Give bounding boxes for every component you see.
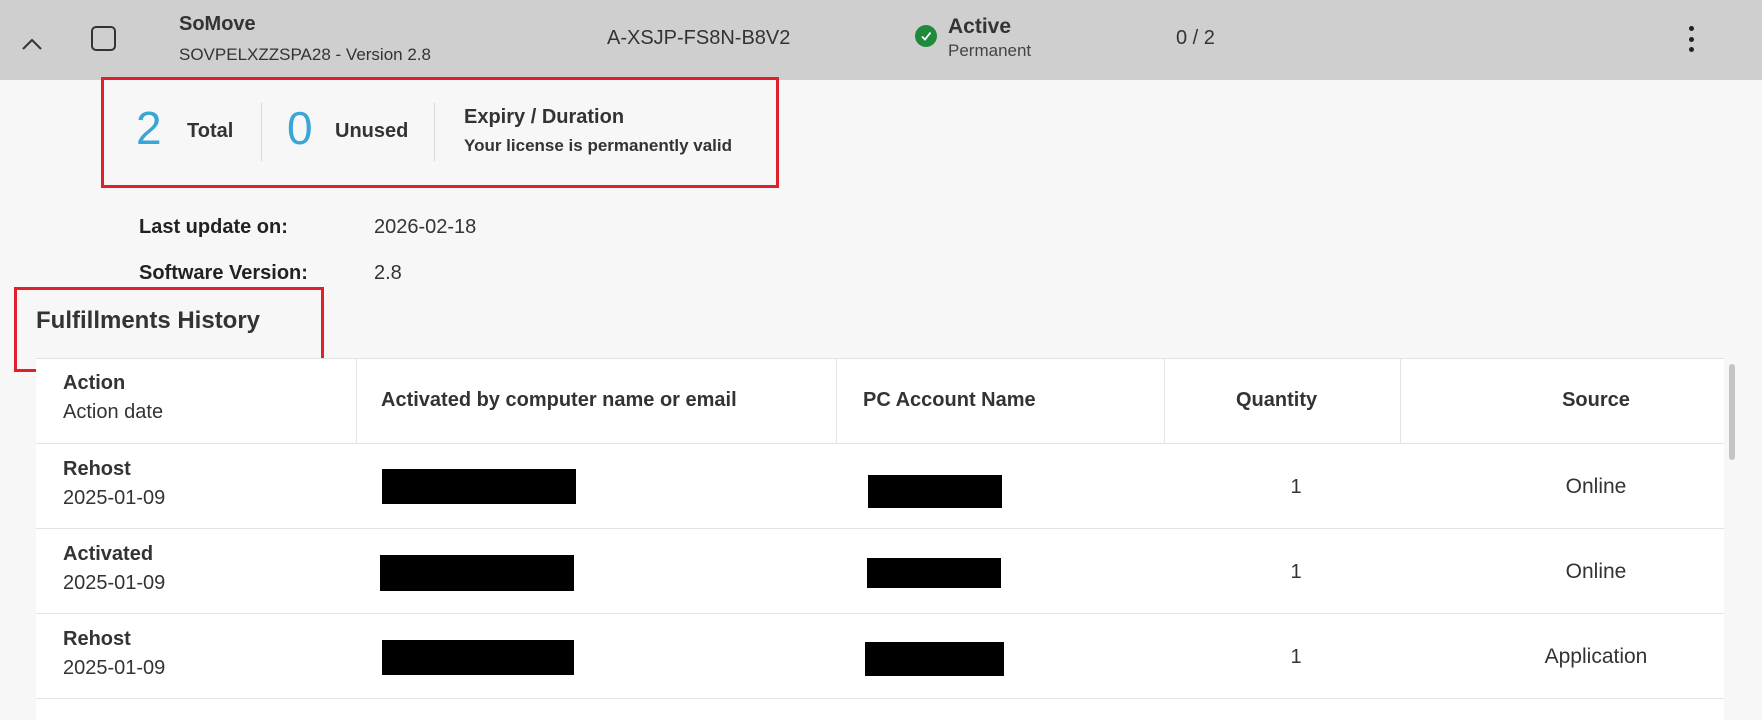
last-update-value: 2026-02-18 — [374, 216, 477, 238]
divider — [434, 103, 435, 161]
last-update-label: Last update on: — [139, 216, 288, 238]
software-version-label: Software Version: — [139, 262, 308, 284]
redacted-computer-name — [380, 555, 574, 591]
license-key: A-XSJP-FS8N-B8V2 — [607, 27, 791, 49]
check-circle-icon — [915, 25, 937, 47]
table-row[interactable]: Rehost 2025-01-09 1 Online — [36, 444, 1724, 529]
column-header-activated-by[interactable]: Activated by computer name or email — [381, 389, 737, 412]
expiry-title: Expiry / Duration — [464, 106, 625, 128]
column-header-pc-account[interactable]: PC Account Name — [863, 389, 1036, 412]
license-detail-page: SoMove SOVPELXZZSPA28 - Version 2.8 A-XS… — [0, 0, 1762, 720]
license-row-header[interactable]: SoMove SOVPELXZZSPA28 - Version 2.8 A-XS… — [0, 0, 1762, 80]
fulfillments-table: Action Action date Activated by computer… — [36, 358, 1724, 720]
product-name: SoMove — [179, 13, 256, 35]
table-row[interactable]: Activated 2025-01-09 1 Online — [36, 529, 1724, 614]
redacted-pc-account — [865, 642, 1004, 676]
column-divider — [836, 359, 837, 444]
redacted-pc-account — [868, 475, 1002, 508]
more-options-button[interactable] — [1680, 22, 1702, 56]
license-summary-box: 2 Total 0 Unused Expiry / Duration Your … — [101, 77, 779, 188]
column-header-action-date[interactable]: Action date — [63, 401, 163, 424]
kebab-icon-dot — [1688, 36, 1694, 42]
cell-source: Application — [1544, 645, 1648, 668]
status-subtext: Permanent — [948, 41, 1032, 60]
cell-date: 2025-01-09 — [63, 487, 166, 509]
status-badge: Active — [948, 15, 1012, 38]
cell-quantity: 1 — [1290, 476, 1302, 498]
cell-action: Rehost — [63, 458, 131, 480]
expiry-description: Your license is permanently valid — [464, 136, 733, 155]
redacted-computer-name — [382, 640, 574, 675]
cell-source: Online — [1565, 560, 1627, 583]
cell-date: 2025-01-09 — [63, 657, 166, 679]
unused-count: 0 — [287, 102, 313, 154]
unused-label: Unused — [335, 120, 409, 142]
cell-action: Rehost — [63, 628, 131, 650]
cell-date: 2025-01-09 — [63, 572, 166, 594]
collapse-button[interactable] — [18, 30, 46, 58]
usage-count: 0 / 2 — [1176, 27, 1215, 49]
column-divider — [1400, 359, 1401, 444]
redacted-computer-name — [382, 469, 576, 504]
software-version-value: 2.8 — [374, 262, 402, 284]
cell-quantity: 1 — [1290, 561, 1302, 583]
product-version: SOVPELXZZSPA28 - Version 2.8 — [179, 45, 431, 64]
table-scrollbar[interactable] — [1729, 364, 1735, 460]
table-row[interactable]: Rehost 2025-01-09 1 Application — [36, 614, 1724, 699]
cell-source: Online — [1565, 475, 1627, 498]
total-label: Total — [187, 120, 234, 142]
column-divider — [1164, 359, 1165, 444]
total-count: 2 — [136, 102, 162, 154]
column-header-action[interactable]: Action — [63, 372, 125, 395]
cell-action: Activated — [63, 543, 154, 565]
divider — [261, 103, 262, 161]
column-header-quantity[interactable]: Quantity — [1236, 389, 1317, 412]
kebab-icon — [1688, 26, 1694, 31]
chevron-up-icon — [22, 38, 42, 50]
section-title: Fulfillments History — [36, 307, 261, 334]
row-select-checkbox[interactable] — [91, 26, 116, 51]
column-divider — [356, 359, 357, 444]
column-header-source[interactable]: Source — [1516, 389, 1676, 412]
cell-quantity: 1 — [1290, 646, 1302, 668]
table-header: Action Action date Activated by computer… — [36, 359, 1724, 444]
redacted-pc-account — [867, 558, 1001, 588]
kebab-icon-dot — [1688, 47, 1694, 52]
